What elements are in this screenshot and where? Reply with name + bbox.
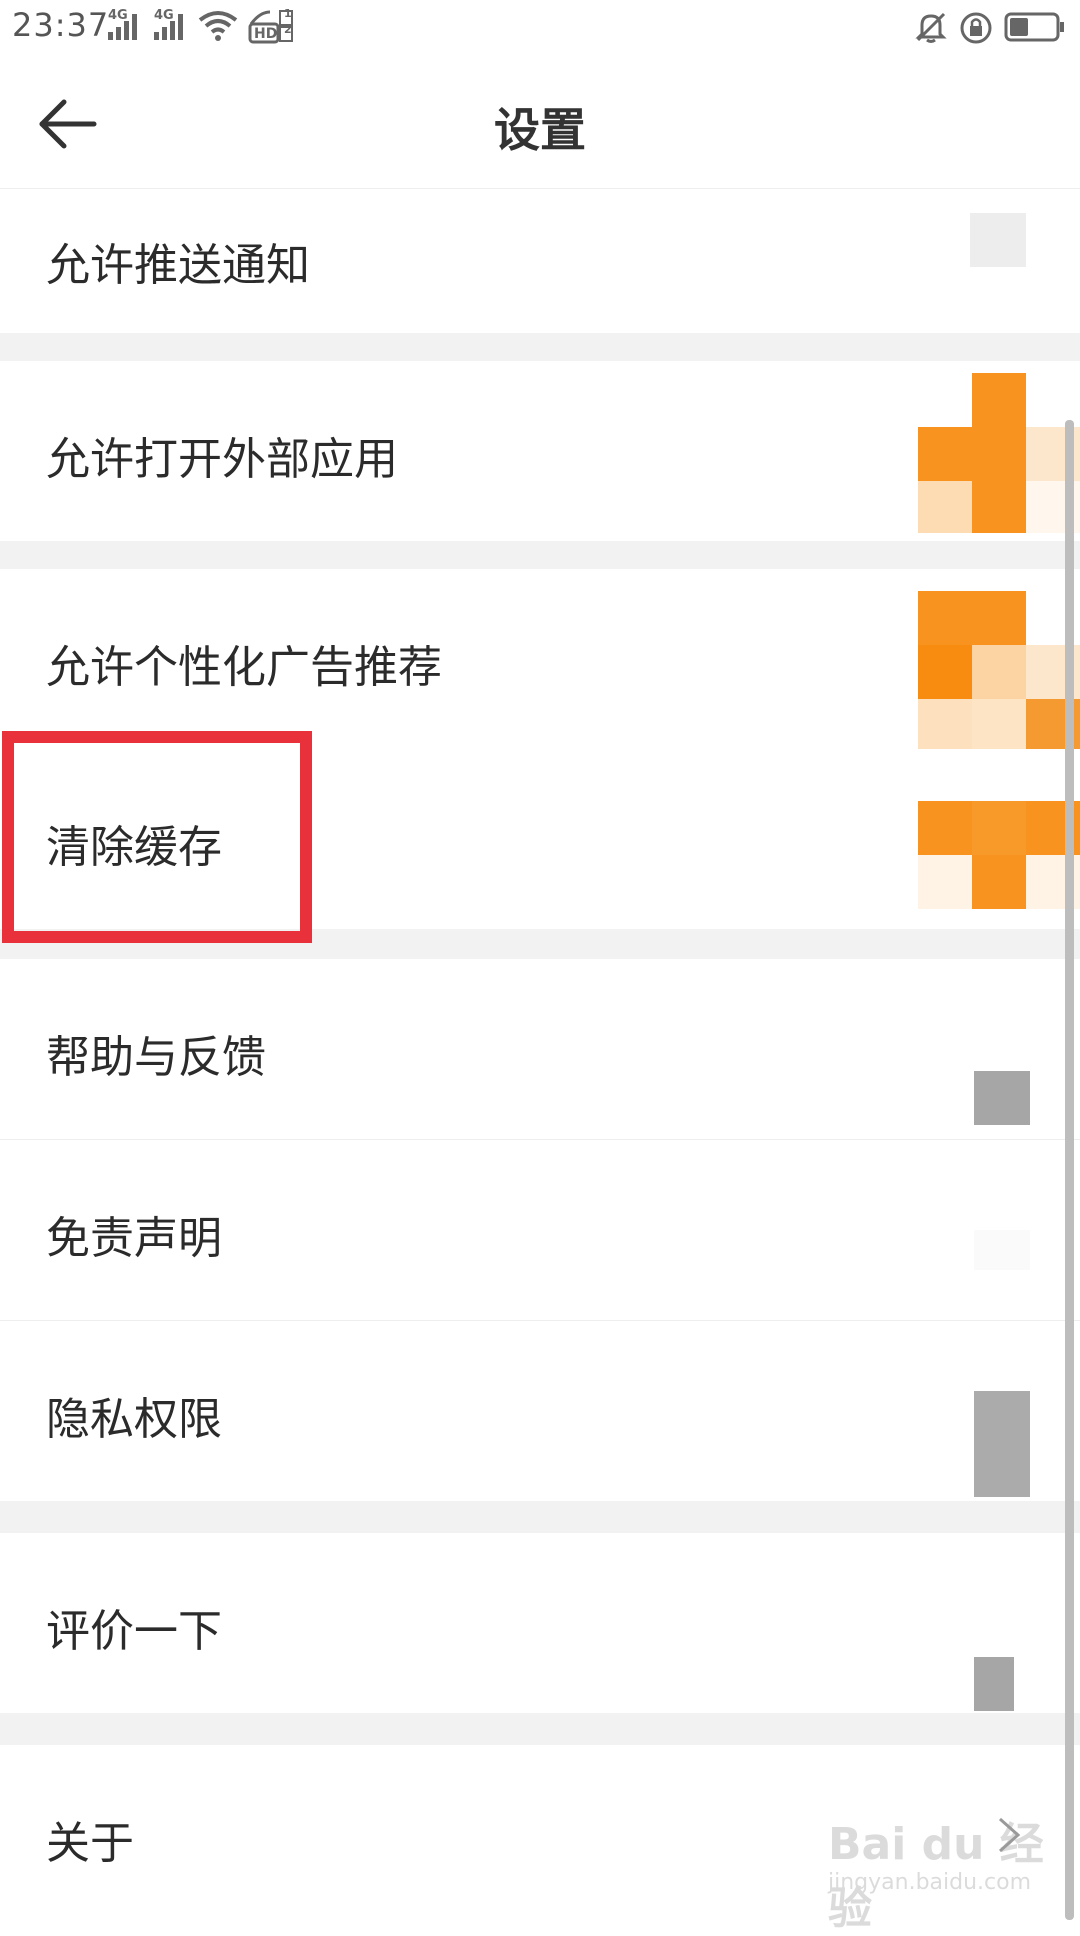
highlight-annotation: [2, 731, 312, 943]
hd-label: HD: [254, 26, 278, 42]
cache-size-indicator: [918, 801, 1080, 909]
signal-icon: [108, 14, 137, 40]
setting-item-personalized-ads[interactable]: 允许个性化广告推荐: [0, 569, 1080, 751]
setting-label: 允许个性化广告推荐: [46, 642, 442, 693]
mute-icon: [915, 12, 947, 43]
app-header: 设置: [0, 56, 1080, 189]
status-bar: 23:37 4G 4G HD 1 2: [0, 0, 1080, 56]
section-gap: [0, 1501, 1080, 1533]
setting-item-push-notifications[interactable]: 允许推送通知: [0, 189, 1080, 333]
toggle-switch[interactable]: [918, 373, 1080, 533]
watermark-url-text: jingyan.baidu.com: [828, 1870, 1032, 1895]
wifi-icon: [198, 11, 238, 41]
status-time: 23:37: [12, 6, 110, 44]
rotation-lock-icon: [960, 12, 992, 44]
setting-label: 评价一下: [46, 1606, 222, 1657]
setting-label: 允许打开外部应用: [46, 434, 398, 485]
section-gap: [0, 333, 1080, 361]
setting-item-help-feedback[interactable]: 帮助与反馈: [0, 959, 1080, 1139]
hd-sub-1: 1: [284, 7, 292, 20]
toggle-switch[interactable]: [918, 591, 1080, 751]
page-title: 设置: [494, 103, 586, 157]
signal-icon: [154, 14, 183, 40]
baidu-jingyan-watermark: Bai du 经验 jingyan.baidu.com: [828, 1808, 1058, 1934]
chevron-right-icon: [974, 1391, 1030, 1497]
chevron-right-icon: [974, 1657, 1014, 1711]
setting-label: 隐私权限: [46, 1394, 222, 1445]
setting-item-disclaimer[interactable]: 免责声明: [0, 1140, 1080, 1320]
battery-icon: [1004, 12, 1064, 42]
chevron-right-icon: [974, 1071, 1030, 1125]
section-gap: [0, 541, 1080, 569]
toggle-switch[interactable]: [970, 213, 1026, 267]
chevron-right-icon: [974, 1230, 1030, 1270]
setting-label: 帮助与反馈: [46, 1032, 266, 1083]
section-gap: [0, 1713, 1080, 1745]
setting-item-rate-app[interactable]: 评价一下: [0, 1533, 1080, 1713]
setting-item-privacy-permissions[interactable]: 隐私权限: [0, 1321, 1080, 1501]
setting-label: 免责声明: [46, 1213, 222, 1264]
scrollbar[interactable]: [1065, 420, 1074, 1920]
setting-label: 允许推送通知: [46, 240, 310, 291]
setting-item-open-external-apps[interactable]: 允许打开外部应用: [0, 361, 1080, 541]
setting-label: 关于: [46, 1818, 134, 1869]
hd-sub-2: 2: [284, 23, 292, 36]
